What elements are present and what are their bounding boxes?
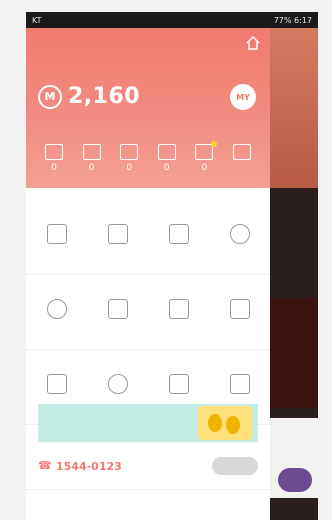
customer-center-button[interactable] <box>212 457 258 475</box>
promo-banner[interactable] <box>38 404 258 442</box>
stat-icon <box>157 144 176 160</box>
point-balance: M 2,160 <box>38 84 140 109</box>
film-icon <box>46 224 67 244</box>
document-icon <box>107 224 128 244</box>
menu-item[interactable] <box>30 299 84 325</box>
menu-item[interactable] <box>213 299 267 325</box>
stat-icon <box>82 144 101 160</box>
balance-amount: 2,160 <box>68 84 141 109</box>
stat-value: 0 <box>163 163 170 173</box>
menu-row <box>26 200 270 275</box>
menu-item[interactable] <box>91 374 145 400</box>
stat-value: 0 <box>126 163 133 173</box>
stat-item[interactable]: 0 <box>186 141 222 173</box>
my-button[interactable]: MY <box>230 84 256 110</box>
stat-item[interactable]: 0 <box>149 144 185 173</box>
stat-icon <box>120 144 139 160</box>
menu-item[interactable] <box>30 224 84 250</box>
location-icon <box>107 374 128 394</box>
stat-icon <box>232 144 251 160</box>
stat-value: 0 <box>88 163 95 173</box>
banner-illustration <box>198 406 252 440</box>
ticket-box-icon <box>168 299 189 319</box>
menu-item[interactable] <box>213 224 267 250</box>
menu-grid <box>26 200 270 425</box>
menu-item[interactable] <box>30 374 84 400</box>
notification-icon <box>195 141 218 160</box>
menu-item[interactable] <box>213 374 267 400</box>
stat-value: 0 <box>201 163 208 173</box>
phone-icon: ☎ <box>38 459 52 472</box>
stat-value: 0 <box>51 163 57 173</box>
drawer-header: M 2,160 MY 0 0 0 0 0 <box>26 28 270 188</box>
coin-icon: M <box>38 84 62 109</box>
stat-item[interactable]: 0 <box>74 144 110 173</box>
menu-item[interactable] <box>152 299 206 325</box>
status-bar: KT 77% 6:17 <box>26 12 318 28</box>
badge-dot <box>211 141 218 147</box>
info-icon <box>229 224 250 244</box>
status-right: 77% 6:17 <box>273 15 312 25</box>
medal-icon <box>46 299 67 319</box>
clock-icon <box>107 299 128 319</box>
calendar-icon <box>46 374 67 394</box>
stat-item[interactable]: 0 <box>36 144 72 173</box>
menu-item[interactable] <box>152 224 206 250</box>
stats-row: 0 0 0 0 0 <box>36 141 260 173</box>
stat-icon <box>45 144 63 160</box>
background-app <box>270 28 318 520</box>
card-icon <box>168 374 189 394</box>
stat-item[interactable] <box>224 144 260 173</box>
phone-icon <box>229 374 250 394</box>
carrier-label: KT <box>32 15 42 25</box>
gift-icon <box>229 299 250 319</box>
phone-number[interactable]: 1544-0123 <box>56 460 122 473</box>
navigation-drawer: M 2,160 MY 0 0 0 0 0 ☎ 1544-0123 <box>26 28 270 520</box>
stat-item[interactable]: 0 <box>111 144 147 173</box>
ticket-icon <box>168 224 189 244</box>
home-icon[interactable] <box>246 36 260 50</box>
screen-frame: KT 77% 6:17 M 2,160 MY 0 0 0 0 0 ☎ 1544-… <box>0 0 332 520</box>
menu-row <box>26 275 270 350</box>
drawer-footer <box>26 489 270 520</box>
menu-item[interactable] <box>91 299 145 325</box>
menu-item[interactable] <box>91 224 145 250</box>
customer-contact: ☎ 1544-0123 <box>38 454 258 478</box>
menu-item[interactable] <box>152 374 206 400</box>
